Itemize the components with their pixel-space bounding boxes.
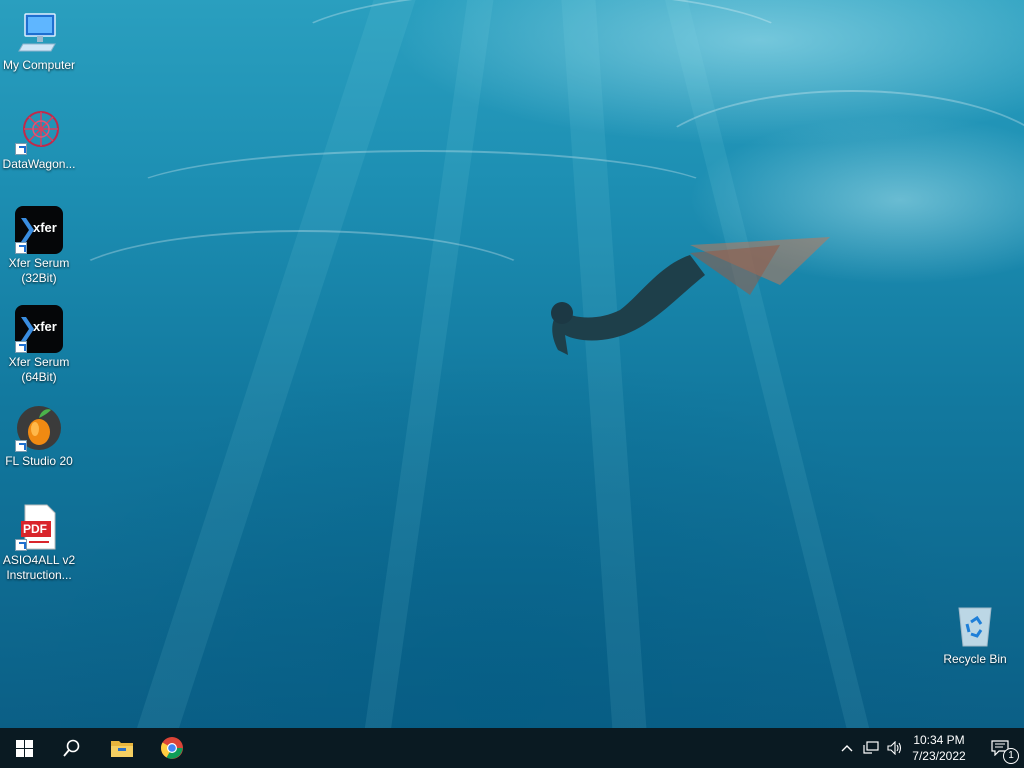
diver-figure (551, 237, 830, 355)
desktop-icon-label: My Computer (2, 58, 76, 72)
desktop-wallpaper (0, 0, 1024, 728)
fl-studio-icon (15, 404, 63, 452)
desktop-icon-label: DataWagon... (2, 157, 76, 171)
start-icon (15, 739, 33, 757)
shortcut-arrow-icon (15, 539, 27, 551)
shortcut-arrow-icon (15, 143, 27, 155)
start-button[interactable] (0, 728, 48, 768)
search-icon (63, 739, 80, 757)
notification-count-badge: 1 (1003, 748, 1019, 764)
desktop-icon-label: FL Studio 20 (5, 454, 73, 468)
desktop-icon-asio4all-pdf[interactable]: PDF ASIO4ALL v2 Instruction... (0, 503, 78, 583)
light-ray (126, 0, 419, 728)
clock-date: 7/23/2022 (912, 749, 966, 763)
action-center-button[interactable]: 1 (980, 728, 1020, 768)
desktop-icon-fl-studio[interactable]: FL Studio 20 (0, 404, 78, 469)
chrome-button[interactable] (148, 728, 196, 768)
clock-time: 10:34 PM (913, 733, 965, 747)
clock-button[interactable]: 10:34 PM 7/23/2022 (906, 728, 972, 768)
computer-icon (15, 8, 63, 56)
xfer-serum-icon: xfer (15, 305, 63, 353)
show-hidden-icons-button[interactable] (836, 728, 858, 768)
datawagon-icon (15, 107, 63, 155)
desktop-icon-label: Xfer Serum (32Bit) (8, 256, 70, 285)
desktop-icon-label: Recycle Bin (943, 652, 1007, 666)
desktop-icon-recycle-bin[interactable]: Recycle Bin (936, 602, 1014, 667)
shortcut-arrow-icon (15, 341, 27, 353)
desktop-icon-xfer-serum-64[interactable]: xfer Xfer Serum (64Bit) (0, 305, 78, 385)
pdf-badge-text: PDF (23, 522, 47, 536)
network-button[interactable] (860, 728, 882, 768)
file-explorer-icon (111, 741, 133, 757)
chrome-icon (161, 737, 183, 759)
xfer-badge-text: xfer (33, 319, 57, 334)
taskbar: 10:34 PM 7/23/2022 1 (0, 728, 1024, 768)
chevron-up-icon (841, 745, 853, 752)
xfer-badge-text: xfer (33, 220, 57, 235)
desktop-icon-my-computer[interactable]: My Computer (0, 8, 78, 73)
desktop-icon-label: Xfer Serum (64Bit) (8, 355, 70, 384)
shortcut-arrow-icon (15, 440, 27, 452)
desktop-icon-label: ASIO4ALL v2 Instruction... (2, 553, 76, 582)
pdf-icon: PDF (15, 503, 63, 551)
desktop-icon-datawagon[interactable]: DataWagon... (0, 107, 78, 172)
shortcut-arrow-icon (15, 242, 27, 254)
recycle-bin-icon (951, 602, 999, 650)
volume-button[interactable] (884, 728, 906, 768)
network-icon (863, 741, 879, 754)
volume-icon (887, 741, 902, 755)
file-explorer-button[interactable] (98, 728, 146, 768)
desktop-icon-xfer-serum-32[interactable]: xfer Xfer Serum (32Bit) (0, 206, 78, 286)
surface-wave (60, 230, 544, 344)
xfer-serum-icon: xfer (15, 206, 63, 254)
search-button[interactable] (48, 728, 96, 768)
